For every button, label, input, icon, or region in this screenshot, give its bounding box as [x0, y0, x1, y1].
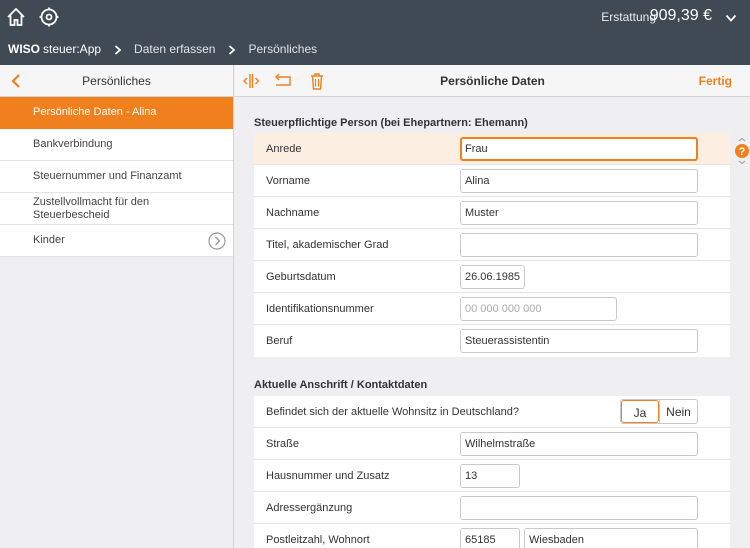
form-row-occupation: Beruf Steuerassistentin [254, 325, 730, 357]
academic-title-field[interactable] [460, 233, 698, 257]
home-icon[interactable] [5, 6, 27, 28]
form-row-tax-id: Identifikationsnummer 00 000 000 000 [254, 293, 730, 325]
breadcrumb-personal[interactable]: Persönliches [248, 42, 317, 56]
sidebar-item-label: Bankverbindung [33, 138, 113, 150]
sidebar-item-children[interactable]: Kinder [0, 225, 233, 257]
yes-button[interactable]: Ja [621, 400, 659, 423]
chevron-down-icon[interactable] [725, 11, 737, 23]
sidebar: Persönliches Persönliche Daten - Alina B… [0, 65, 234, 548]
done-button[interactable]: Fertig [699, 74, 732, 88]
house-number-field[interactable]: 13 [460, 464, 520, 488]
form-row-residence-germany: Befindet sich der aktuelle Wohnsitz in D… [254, 396, 730, 428]
svg-text:?: ? [739, 146, 746, 158]
main-panel: Persönliche Daten Fertig Steuerpflichtig… [235, 65, 750, 548]
last-name-field[interactable]: Muster [460, 201, 698, 225]
form-row-street: Straße Wilhelmstraße [254, 428, 730, 460]
refund-amount[interactable]: 909,39 € [650, 7, 712, 25]
form-row-address-supplement: Adressergänzung [254, 492, 730, 524]
salutation-field[interactable]: Frau [460, 137, 698, 161]
breadcrumb-app-name[interactable]: steuer:App [43, 42, 101, 56]
help-icon[interactable]: ? [734, 137, 750, 165]
form-card-address: Befindet sich der aktuelle Wohnsitz in D… [254, 396, 730, 548]
form-row-salutation: Anrede Frau [254, 133, 730, 165]
form-row-first-name: Vorname Alina [254, 165, 730, 197]
gear-icon[interactable] [38, 6, 60, 28]
form-row-last-name: Nachname Muster [254, 197, 730, 229]
sidebar-item-personal-data[interactable]: Persönliche Daten - Alina [0, 97, 233, 129]
sidebar-title: Persönliches [82, 74, 151, 88]
sidebar-item-tax-number[interactable]: Steuernummer und Finanzamt [0, 161, 233, 193]
field-label: Straße [266, 438, 300, 450]
form-row-postcode-city: Postleitzahl, Wohnort 65185 Wiesbaden [254, 524, 730, 548]
main-toolbar: Persönliche Daten Fertig [235, 65, 750, 97]
field-label: Nachname [266, 207, 320, 219]
city-field[interactable]: Wiesbaden [524, 528, 698, 548]
occupation-field[interactable]: Steuerassistentin [460, 329, 698, 353]
refund-label: Erstattung [601, 10, 656, 24]
field-label: Vorname [266, 175, 311, 187]
circle-chevron-right-icon[interactable] [208, 232, 226, 250]
sidebar-item-label: Kinder [33, 234, 65, 246]
field-label: Hausnummer und Zusatz [266, 470, 390, 482]
field-label: Titel, akademischer Grad [266, 239, 389, 251]
form-row-house-number: Hausnummer und Zusatz 13 [254, 460, 730, 492]
street-field[interactable]: Wilhelmstraße [460, 432, 698, 456]
tax-id-field[interactable]: 00 000 000 000 [460, 297, 617, 321]
form-card-taxpayer: Anrede Frau Vorname Alina Nachname Muste… [254, 133, 730, 357]
section-title-taxpayer: Steuerpflichtige Person (bei Ehepartnern… [254, 117, 528, 129]
field-label: Postleitzahl, Wohnort [266, 534, 370, 546]
first-name-field[interactable]: Alina [460, 169, 698, 193]
sidebar-item-label: Steuernummer und Finanzamt [33, 170, 182, 182]
form-row-birthdate: Geburtsdatum 26.06.1985 [254, 261, 730, 293]
breadcrumb-separator-icon [114, 44, 122, 55]
field-label: Identifikationsnummer [266, 303, 374, 315]
field-label: Adressergänzung [266, 502, 353, 514]
birthdate-field[interactable]: 26.06.1985 [460, 265, 525, 289]
sidebar-item-bank-account[interactable]: Bankverbindung [0, 129, 233, 161]
field-label: Anrede [266, 143, 302, 155]
field-label: Geburtsdatum [266, 271, 336, 283]
top-bar: Erstattung 909,39 € WISO steuer:App Date… [0, 0, 750, 65]
sidebar-item-label: Persönliche Daten - Alina [33, 106, 157, 118]
page-title: Persönliche Daten [440, 74, 545, 88]
postcode-field[interactable]: 65185 [460, 528, 520, 548]
section-title-address: Aktuelle Anschrift / Kontaktdaten [254, 379, 428, 391]
breadcrumb-app-brand[interactable]: WISO [8, 42, 40, 56]
field-label: Beruf [266, 335, 293, 347]
form-row-title: Titel, akademischer Grad [254, 229, 730, 261]
sidebar-list: Persönliche Daten - Alina Bankverbindung… [0, 97, 233, 257]
breadcrumb-separator-icon [228, 44, 236, 55]
sidebar-item-label: Zustellvollmacht für den Steuerbescheid [33, 195, 150, 221]
field-label: Befindet sich der aktuelle Wohnsitz in D… [266, 406, 519, 418]
breadcrumb-data-entry[interactable]: Daten erfassen [134, 42, 215, 56]
no-button[interactable]: Nein [659, 400, 697, 423]
sidebar-item-delivery-authorization[interactable]: Zustellvollmacht für den Steuerbescheid [0, 193, 233, 225]
sidebar-header: Persönliches [0, 65, 233, 97]
address-supplement-field[interactable] [460, 496, 698, 520]
breadcrumb: WISO steuer:App Daten erfassen Persönlic… [8, 42, 317, 56]
residence-toggle: Ja Nein [620, 399, 698, 424]
